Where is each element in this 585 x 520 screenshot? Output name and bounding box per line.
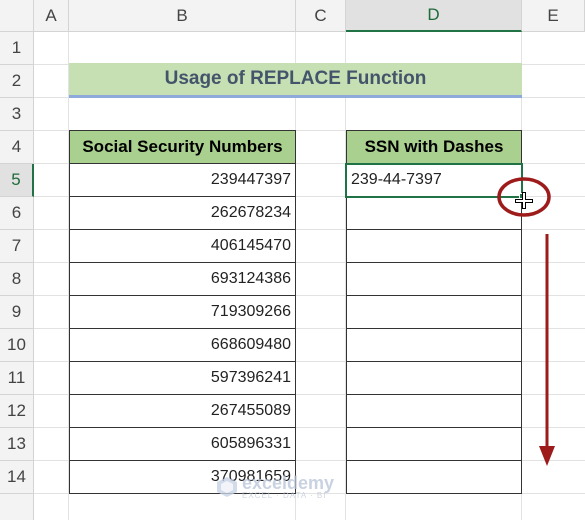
drag-down-arrow-icon — [539, 234, 555, 466]
annotation-layer — [497, 177, 555, 466]
plus-crosshair-icon — [515, 192, 533, 209]
watermark: exceldemy EXCEL · DATA · BI — [216, 470, 376, 504]
watermark-tagline: EXCEL · DATA · BI — [242, 491, 327, 500]
exceldemy-logo-icon — [217, 477, 237, 497]
watermark-name: exceldemy — [242, 473, 335, 493]
